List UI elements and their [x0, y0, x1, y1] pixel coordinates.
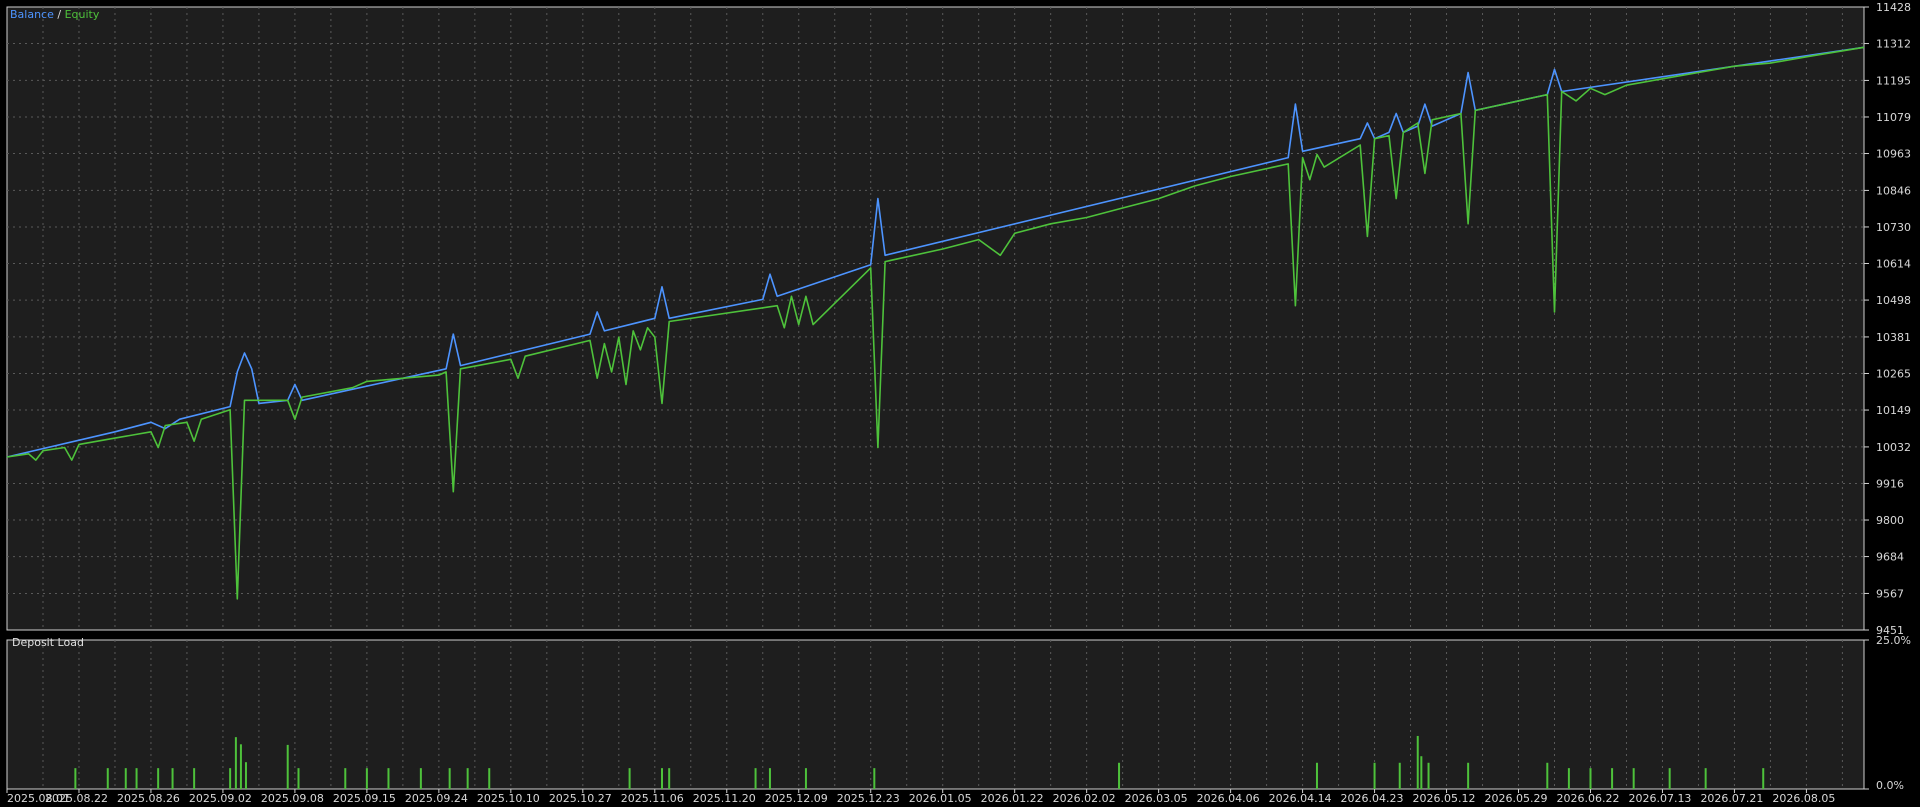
- y-tick-label: 9800: [1876, 514, 1904, 527]
- x-tick-label: 2026.05.29: [1485, 792, 1548, 805]
- balance-equity-panel: 11428 11312 11195 11079 10963 10846 10730 10614…: [6, 1, 1911, 637]
- x-tick-label: 2025.11.20: [693, 792, 756, 805]
- x-tick-label: 2026.01.22: [981, 792, 1044, 805]
- x-tick-label: 2026.04.23: [1341, 792, 1404, 805]
- x-tick-label: 2026.07.13: [1628, 792, 1691, 805]
- load-plot-area: [6, 639, 1865, 790]
- x-tick-label: 2025.09.08: [261, 792, 324, 805]
- y-tick-label: 10846: [1876, 184, 1911, 197]
- y-tick-label: 11428: [1876, 1, 1911, 14]
- y-tick-label: 10963: [1876, 148, 1911, 161]
- deposit-load-title: Deposit Load: [12, 636, 84, 649]
- chart-legend: Balance / Equity: [10, 8, 100, 21]
- x-tick-label: 2025.08.26: [117, 792, 180, 805]
- y-tick-label: 10032: [1876, 441, 1911, 454]
- x-tick-label: 2026.04.06: [1197, 792, 1260, 805]
- main-plot-area: [6, 6, 1865, 631]
- deposit-load-panel: 2025.08.012025.08.22 2025.08.26 2025.09.02…: [6, 634, 1911, 805]
- x-tick-label: 2026.04.14: [1269, 792, 1332, 805]
- x-tick-label: 2025.10.27: [549, 792, 612, 805]
- y-tick-label: 10730: [1876, 221, 1911, 234]
- legend-equity[interactable]: Equity: [65, 8, 100, 21]
- y-tick-label: 10498: [1876, 294, 1911, 307]
- y-tick-label: 11195: [1876, 74, 1911, 87]
- load-y-tick-label: 0.0%: [1876, 779, 1904, 792]
- x-tick-label: 2026.08.05: [1772, 792, 1835, 805]
- y-tick-label: 10614: [1876, 258, 1911, 271]
- y-tick-label: 11079: [1876, 111, 1911, 124]
- legend-separator: /: [54, 8, 65, 21]
- y-tick-label: 9567: [1876, 587, 1904, 600]
- x-tick-label: 2025.12.09: [765, 792, 828, 805]
- x-tick-label: 2025.09.15: [333, 792, 396, 805]
- x-tick-label: 2026.07.21: [1700, 792, 1763, 805]
- x-tick-label: 2026.06.22: [1556, 792, 1619, 805]
- x-tick-label: 2025.09.24: [405, 792, 468, 805]
- y-tick-label: 9684: [1876, 551, 1904, 564]
- x-tick-label: 2026.03.05: [1125, 792, 1188, 805]
- x-tick-label: 2026.01.05: [909, 792, 972, 805]
- x-tick-label: 2025.11.06: [621, 792, 684, 805]
- x-tick-label: 2025.12.23: [837, 792, 900, 805]
- x-tick-label: 2025.09.02: [189, 792, 252, 805]
- x-tick-label: 2025.10.10: [477, 792, 540, 805]
- x-tick-label: 2025.08.22: [45, 792, 108, 805]
- chart-canvas: 11428 11312 11195 11079 10963 10846 10730 10614…: [0, 0, 1920, 807]
- legend-balance[interactable]: Balance: [10, 8, 54, 21]
- y-tick-label: 9916: [1876, 477, 1904, 490]
- load-y-tick-label: 25.0%: [1876, 634, 1911, 647]
- y-tick-label: 10265: [1876, 367, 1911, 380]
- x-tick-label: 2026.02.02: [1053, 792, 1116, 805]
- y-tick-label: 10149: [1876, 404, 1911, 417]
- y-tick-label: 11312: [1876, 38, 1911, 51]
- x-tick-label: 2026.05.12: [1413, 792, 1476, 805]
- y-tick-label: 10381: [1876, 331, 1911, 344]
